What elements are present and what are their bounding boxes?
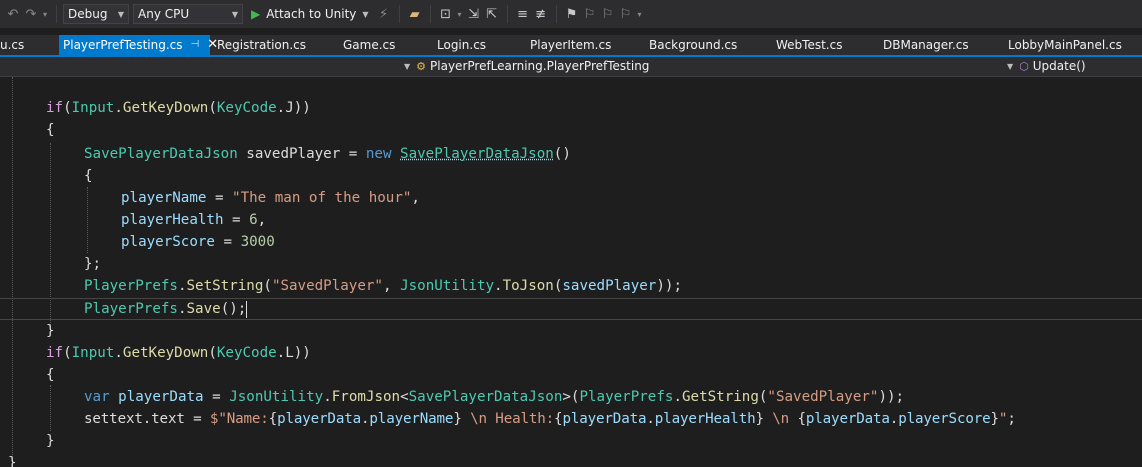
tab-u-cs[interactable]: u.cs — [0, 35, 24, 55]
code-line: playerHealth = 6, — [121, 212, 267, 228]
next-bookmark-icon[interactable]: ⚐ — [599, 7, 617, 22]
member-dropdown[interactable]: ▼ ⬡ Update() — [1007, 58, 1086, 74]
code-line: } — [46, 433, 55, 449]
window-icon[interactable]: ⊡ — [437, 7, 455, 22]
code-line: } — [8, 455, 17, 467]
attach-to-unity-button[interactable]: ▶ Attach to Unity ▼ — [251, 7, 369, 21]
indent-guide — [12, 77, 13, 467]
toolbar-separator — [506, 5, 508, 23]
redo-icon[interactable]: ↷ — [22, 7, 40, 22]
tab-login[interactable]: Login.cs — [437, 35, 486, 55]
document-tab-strip: u.cs PlayerPrefTesting.cs ⊣ ✕ Registrati… — [0, 35, 1142, 57]
toolbar-separator — [555, 5, 557, 23]
play-icon: ▶ — [251, 7, 261, 21]
tab-label: Login.cs — [437, 38, 487, 52]
code-line: playerScore = 3000 — [121, 234, 275, 250]
toolbar-overflow-icon[interactable]: ▾ — [635, 10, 645, 19]
uncomment-icon[interactable]: ≢ — [532, 7, 550, 22]
comment-icon[interactable]: ≡ — [514, 7, 532, 22]
toolbar-dropdown-icon[interactable]: ▾ — [455, 10, 465, 19]
method-icon: ⬡ — [1019, 59, 1029, 73]
tab-dbmanager[interactable]: DBManager.cs — [883, 35, 969, 55]
bookmark-icon[interactable]: ⚑ — [563, 7, 581, 22]
tab-label: WebTest.cs — [776, 38, 843, 52]
tab-game[interactable]: Game.cs — [343, 35, 395, 55]
redo-dropdown-icon[interactable]: ▾ — [40, 10, 50, 19]
configuration-value: Debug — [68, 7, 108, 21]
code-line: settext.text = $"Name:{playerData.player… — [84, 411, 1016, 427]
tab-label: Game.cs — [343, 38, 396, 52]
member-label: Update() — [1032, 59, 1086, 73]
tab-label: PlayerPrefTesting.cs — [63, 38, 183, 52]
platform-value: Any CPU — [138, 7, 190, 21]
tab-playeritem[interactable]: PlayerItem.cs — [530, 35, 611, 55]
code-line: { — [46, 367, 55, 383]
tab-label: LobbyMainPanel.cs — [1008, 38, 1122, 52]
toolbar: ↶ ↷ ▾ Debug ▼ Any CPU ▼ ▶ Attach to Unit… — [0, 0, 1142, 28]
tab-webtest[interactable]: WebTest.cs — [776, 35, 842, 55]
code-line: PlayerPrefs.SetString("SavedPlayer", Jso… — [84, 278, 682, 294]
navigation-bar: ▼ ⚙ PlayerPrefLearning.PlayerPrefTesting… — [0, 57, 1142, 77]
code-line: playerName = "The man of the hour", — [121, 190, 420, 206]
type-label: PlayerPrefLearning.PlayerPrefTesting — [430, 59, 650, 73]
clear-bookmarks-icon[interactable]: ⚐ — [617, 7, 635, 22]
tab-label: Background.cs — [649, 38, 738, 52]
toolbar-separator — [429, 5, 431, 23]
attach-extra-icon[interactable]: ⚡ — [375, 7, 393, 22]
type-dropdown[interactable]: ▼ ⚙ PlayerPrefLearning.PlayerPrefTesting — [404, 58, 649, 74]
folder-icon[interactable]: ▰ — [406, 7, 424, 22]
code-line: SavePlayerDataJson savedPlayer = new Sav… — [84, 146, 571, 162]
tab-label: PlayerItem.cs — [530, 38, 612, 52]
code-line: { — [84, 168, 93, 184]
tab-label: DBManager.cs — [883, 38, 969, 52]
tab-label: Registration.cs — [217, 38, 307, 52]
configuration-dropdown[interactable]: Debug ▼ — [63, 4, 129, 24]
prev-bookmark-icon[interactable]: ⚐ — [581, 7, 599, 22]
text-caret — [246, 300, 248, 318]
code-line: }; — [84, 256, 102, 272]
code-line: if(Input.GetKeyDown(KeyCode.J)) — [46, 100, 311, 116]
toolbar-separator — [56, 5, 57, 23]
chevron-down-icon: ▼ — [1007, 61, 1014, 71]
step-into-icon[interactable]: ⇲ — [465, 7, 483, 22]
code-line: var playerData = JsonUtility.FromJson<Sa… — [84, 389, 905, 405]
code-line: } — [46, 323, 55, 339]
code-editor[interactable]: if(Input.GetKeyDown(KeyCode.J)) { SavePl… — [0, 77, 1142, 467]
code-line: { — [46, 122, 55, 138]
tab-registration[interactable]: Registration.cs — [217, 35, 306, 55]
platform-dropdown[interactable]: Any CPU ▼ — [133, 4, 243, 24]
indent-guide — [87, 187, 88, 253]
tab-background[interactable]: Background.cs — [649, 35, 737, 55]
step-over-icon[interactable]: ⇱ — [483, 7, 501, 22]
chevron-down-icon: ▼ — [231, 9, 238, 19]
tab-playerpreftesting[interactable]: PlayerPrefTesting.cs ⊣ ✕ — [59, 35, 218, 55]
indent-guide — [50, 385, 51, 431]
chevron-down-icon: ▼ — [404, 61, 411, 71]
attach-label: Attach to Unity — [266, 7, 357, 21]
chevron-down-icon: ▼ — [117, 9, 124, 19]
pin-icon[interactable]: ⊣ — [191, 35, 200, 55]
tab-label: u.cs — [0, 38, 25, 52]
class-icon: ⚙ — [416, 59, 427, 73]
code-line: PlayerPrefs.Save(); — [84, 300, 248, 318]
chevron-down-icon[interactable]: ▼ — [362, 10, 368, 19]
code-line: if(Input.GetKeyDown(KeyCode.L)) — [46, 345, 311, 361]
tab-lobbymainpanel[interactable]: LobbyMainPanel.cs — [1008, 35, 1122, 55]
toolbar-separator — [398, 5, 400, 23]
undo-icon[interactable]: ↶ — [4, 7, 22, 22]
